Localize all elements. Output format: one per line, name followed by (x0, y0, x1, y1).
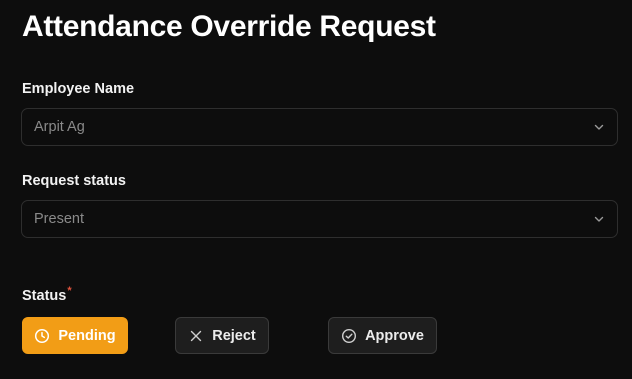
request-status-select[interactable]: Present (21, 200, 618, 238)
request-status-label: Request status (22, 173, 126, 189)
employee-name-value: Arpit Ag (34, 119, 85, 135)
required-marker: * (67, 285, 72, 297)
pending-button-label: Pending (58, 327, 116, 344)
reject-button-label: Reject (212, 327, 256, 344)
clock-icon (34, 328, 50, 344)
request-status-value: Present (34, 211, 84, 227)
pending-button[interactable]: Pending (22, 317, 128, 354)
reject-button[interactable]: Reject (175, 317, 269, 354)
page-title: Attendance Override Request (22, 10, 436, 43)
status-label-text: Status (22, 288, 67, 304)
employee-name-label: Employee Name (22, 81, 135, 97)
check-circle-icon (341, 328, 357, 344)
close-icon (188, 328, 204, 344)
approve-button[interactable]: Approve (328, 317, 437, 354)
status-label: Status* (22, 285, 72, 304)
chevron-down-icon (593, 121, 605, 133)
employee-name-select[interactable]: Arpit Ag (21, 108, 618, 146)
approve-button-label: Approve (365, 327, 424, 344)
chevron-down-icon (593, 213, 605, 225)
